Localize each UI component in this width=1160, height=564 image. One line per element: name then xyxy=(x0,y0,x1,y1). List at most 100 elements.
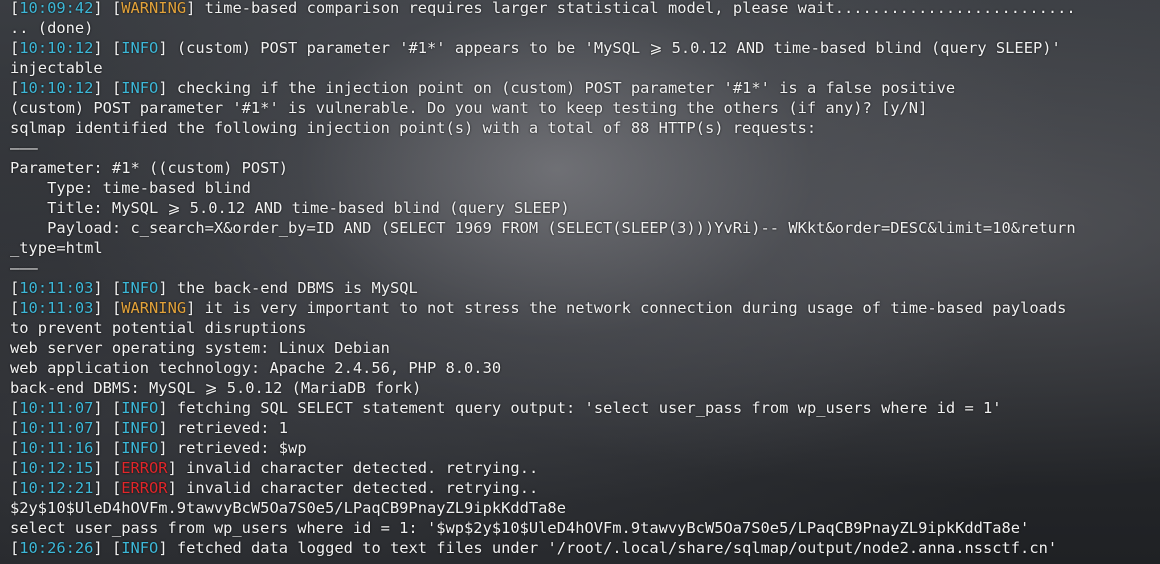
log-message: Title: MySQL ⩾ 5.0.12 AND time-based bli… xyxy=(10,199,570,217)
bracket: ] [ xyxy=(93,299,122,317)
terminal-line: [10:12:21] [ERROR] invalid character det… xyxy=(10,478,1160,498)
bracket: [ xyxy=(10,399,20,417)
log-message: (custom) POST parameter '#1*' appears to… xyxy=(176,39,1061,57)
terminal-line: ——— xyxy=(10,138,1160,158)
timestamp: 10:10:12 xyxy=(19,39,94,57)
log-message: fetching SQL SELECT statement query outp… xyxy=(176,399,1002,417)
log-level-badge: INFO xyxy=(121,419,159,437)
terminal-line: (custom) POST parameter '#1*' is vulnera… xyxy=(10,98,1160,118)
terminal-window[interactable]: [10:09:42] [WARNING] time-based comparis… xyxy=(0,0,1160,564)
timestamp: 10:11:03 xyxy=(19,299,94,317)
bracket: [ xyxy=(10,0,20,17)
terminal-line: Type: time-based blind xyxy=(10,178,1160,198)
bracket: [ xyxy=(10,39,20,57)
log-message: .. (done) xyxy=(10,19,94,37)
bracket: ] xyxy=(186,0,205,17)
log-message: retrieved: $wp xyxy=(176,439,307,457)
log-level-badge: ERROR xyxy=(121,459,168,477)
timestamp: 10:12:15 xyxy=(19,459,94,477)
timestamp: 10:26:26 xyxy=(19,539,94,557)
log-message: web application technology: Apache 2.4.5… xyxy=(10,359,502,377)
log-message: retrieved: 1 xyxy=(176,419,289,437)
bracket: ] [ xyxy=(93,479,122,497)
timestamp: 10:10:12 xyxy=(19,79,94,97)
bracket: ] xyxy=(167,479,187,497)
timestamp: 10:09:42 xyxy=(19,0,94,17)
bracket: ] [ xyxy=(93,79,122,97)
bracket: [ xyxy=(10,439,20,457)
log-level-badge: WARNING xyxy=(121,299,187,317)
terminal-line: Payload: c_search=X&order_by=ID AND (SEL… xyxy=(10,218,1160,238)
bracket: ] [ xyxy=(93,539,122,557)
bracket: ] xyxy=(158,439,177,457)
terminal-line: [10:11:07] [INFO] fetching SQL SELECT st… xyxy=(10,398,1160,418)
log-level-badge: INFO xyxy=(121,539,159,557)
log-message: back-end DBMS: MySQL ⩾ 5.0.12 (MariaDB f… xyxy=(10,379,422,397)
bracket: ] xyxy=(158,279,177,297)
log-message: invalid character detected. retrying.. xyxy=(186,479,539,497)
terminal-line: [10:11:03] [WARNING] it is very importan… xyxy=(10,298,1160,318)
bracket: ] xyxy=(158,539,177,557)
log-message: checking if the injection point on (cust… xyxy=(176,79,956,97)
terminal-line: [10:11:16] [INFO] retrieved: $wp xyxy=(10,438,1160,458)
terminal-line: [10:10:12] [INFO] checking if the inject… xyxy=(10,78,1160,98)
terminal-line: [10:12:15] [ERROR] invalid character det… xyxy=(10,458,1160,478)
log-message: to prevent potential disruptions xyxy=(10,319,307,337)
log-message: Payload: c_search=X&order_by=ID AND (SEL… xyxy=(10,219,1076,237)
log-message: invalid character detected. retrying.. xyxy=(186,459,539,477)
log-message: it is very important to not stress the n… xyxy=(204,299,1067,317)
log-level-badge: INFO xyxy=(121,39,159,57)
log-message: time-based comparison requires larger st… xyxy=(204,0,1076,17)
bracket: ] [ xyxy=(93,419,122,437)
bracket: ] xyxy=(158,419,177,437)
terminal-line: ——— xyxy=(10,258,1160,278)
log-level-badge: ERROR xyxy=(121,479,168,497)
terminal-line: [10:10:12] [INFO] (custom) POST paramete… xyxy=(10,38,1160,58)
terminal-line: [10:09:42] [WARNING] time-based comparis… xyxy=(10,0,1160,18)
bracket: [ xyxy=(10,419,20,437)
terminal-line: .. (done) xyxy=(10,18,1160,38)
log-level-badge: INFO xyxy=(121,279,159,297)
terminal-line: [10:11:07] [INFO] retrieved: 1 xyxy=(10,418,1160,438)
bracket: ] xyxy=(158,399,177,417)
bracket: ] [ xyxy=(93,459,122,477)
timestamp: 10:11:07 xyxy=(19,419,94,437)
bracket: ] [ xyxy=(93,439,122,457)
bracket: [ xyxy=(10,279,20,297)
terminal-line: back-end DBMS: MySQL ⩾ 5.0.12 (MariaDB f… xyxy=(10,378,1160,398)
bracket: [ xyxy=(10,79,20,97)
log-message: _type=html xyxy=(10,239,103,257)
log-message: fetched data logged to text files under … xyxy=(176,539,1058,557)
terminal-line: Parameter: #1* ((custom) POST) xyxy=(10,158,1160,178)
bracket: ] xyxy=(167,459,187,477)
bracket: ] xyxy=(158,39,177,57)
log-message: web server operating system: Linux Debia… xyxy=(10,339,390,357)
log-message: ——— xyxy=(10,259,38,277)
terminal-line: [10:11:03] [INFO] the back-end DBMS is M… xyxy=(10,278,1160,298)
bracket: [ xyxy=(10,299,20,317)
bracket: ] [ xyxy=(93,39,122,57)
terminal-line: _type=html xyxy=(10,238,1160,258)
terminal-line: $2y$10$UleD4hOVFm.9tawvyBcW5Oa7S0e5/LPaq… xyxy=(10,498,1160,518)
log-message: (custom) POST parameter '#1*' is vulnera… xyxy=(10,99,928,117)
log-message: ——— xyxy=(10,139,38,157)
log-message: select user_pass from wp_users where id … xyxy=(10,519,1030,537)
bracket: ] [ xyxy=(93,399,122,417)
bracket: ] [ xyxy=(93,0,122,17)
log-message: Parameter: #1* ((custom) POST) xyxy=(10,159,288,177)
terminal-line: sqlmap identified the following injectio… xyxy=(10,118,1160,138)
terminal-line: web server operating system: Linux Debia… xyxy=(10,338,1160,358)
terminal-line: injectable xyxy=(10,58,1160,78)
bracket: ] xyxy=(186,299,205,317)
terminal-line: Title: MySQL ⩾ 5.0.12 AND time-based bli… xyxy=(10,198,1160,218)
log-level-badge: INFO xyxy=(121,399,159,417)
bracket: ] [ xyxy=(93,279,122,297)
terminal-line: select user_pass from wp_users where id … xyxy=(10,518,1160,538)
log-message: Type: time-based blind xyxy=(10,179,251,197)
bracket: [ xyxy=(10,459,20,477)
timestamp: 10:11:03 xyxy=(19,279,94,297)
timestamp: 10:11:16 xyxy=(19,439,94,457)
terminal-output: [10:09:42] [WARNING] time-based comparis… xyxy=(10,0,1160,558)
log-level-badge: WARNING xyxy=(121,0,187,17)
log-level-badge: INFO xyxy=(121,439,159,457)
